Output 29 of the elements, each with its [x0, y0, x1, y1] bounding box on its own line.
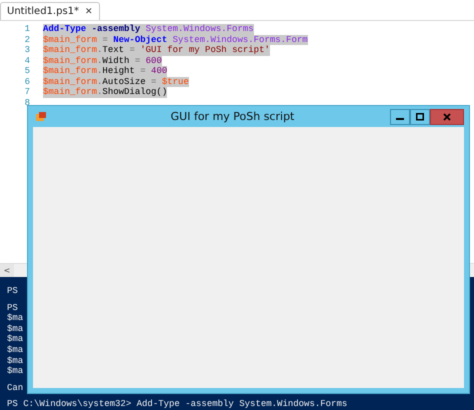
close-icon[interactable]: ✕: [85, 6, 93, 16]
minimize-button[interactable]: [390, 108, 410, 124]
line-number: 1: [24, 24, 31, 34]
close-button[interactable]: [430, 108, 464, 124]
line-number: 2: [24, 34, 31, 45]
console-line: $ma: [7, 324, 24, 334]
console-line: $ma: [7, 344, 24, 355]
console-line: PS: [7, 302, 18, 313]
console-line: $ma: [7, 334, 24, 344]
console-line: $ma: [7, 313, 24, 324]
window-title: GUI for my PoSh script: [170, 110, 296, 123]
app-icon: [35, 110, 47, 122]
close-icon: [443, 112, 451, 120]
line-number: 6: [24, 76, 31, 87]
file-tab[interactable]: Untitled1.ps1* ✕: [0, 2, 100, 20]
maximize-icon: [416, 112, 424, 120]
tab-label: Untitled1.ps1*: [7, 6, 80, 17]
scroll-left-button[interactable]: <: [0, 264, 14, 277]
line-number: 5: [24, 66, 31, 76]
line-number: 3: [24, 45, 31, 56]
console-line: $ma: [7, 366, 24, 376]
console-line: PS: [7, 286, 18, 296]
console-line: $ma: [7, 356, 24, 366]
console-line: Can: [7, 382, 24, 393]
maximize-button[interactable]: [410, 108, 430, 124]
line-number: 4: [24, 56, 31, 66]
console-line: PS C:\Windows\system32> Add-Type -assembly System.Windows.Forms: [7, 399, 348, 410]
line-number: 7: [24, 87, 31, 98]
line-number: 8: [24, 98, 31, 108]
